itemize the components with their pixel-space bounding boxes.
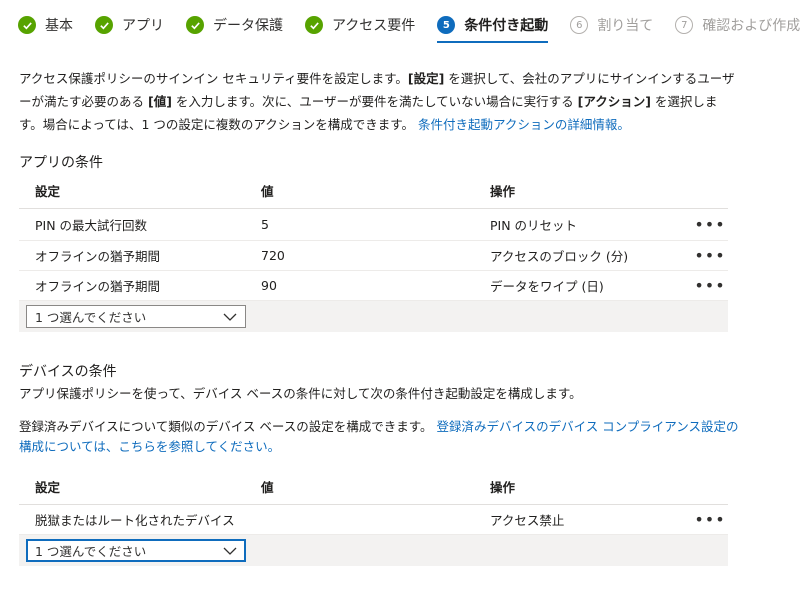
check-icon — [186, 16, 204, 34]
header-setting: 設定 — [35, 184, 61, 199]
chevron-down-icon — [223, 547, 237, 555]
step-number-badge: 5 — [437, 16, 456, 34]
device-conditions-title: デバイスの条件 — [19, 364, 117, 380]
learn-more-link[interactable]: 条件付き起動アクションの詳細情報。 — [418, 117, 630, 132]
table-row[interactable]: 脱獄またはルート化されたデバイス アクセス禁止 ••• — [19, 505, 728, 535]
cell-setting: オフラインの猶予期間 — [35, 249, 161, 264]
setting-select-dropdown[interactable]: 1 つ選んでください — [26, 539, 246, 562]
check-icon — [305, 16, 323, 34]
step-number-badge: 6 — [570, 16, 589, 34]
add-row: 1 つ選んでください — [19, 301, 728, 332]
table-row[interactable]: オフラインの猶予期間 90 データをワイプ (日) ••• — [19, 271, 728, 301]
header-action: 操作 — [490, 480, 516, 495]
cell-action: アクセスのブロック (分) — [490, 249, 629, 264]
setting-select-dropdown[interactable]: 1 つ選んでください — [26, 305, 246, 328]
more-options-icon[interactable]: ••• — [694, 277, 725, 293]
device-conditions-table: 設定 値 操作 脱獄またはルート化されたデバイス アクセス禁止 ••• 1 つ選… — [19, 469, 728, 566]
step-assignments[interactable]: 6 割り当て — [570, 0, 653, 50]
step-label: データ保護 — [213, 18, 283, 34]
intro-text: を入力します。次に、ユーザーが要件を満たしていない場合に実行する — [171, 94, 578, 109]
step-access-requirements[interactable]: アクセス要件 — [305, 0, 415, 50]
more-options-icon[interactable]: ••• — [694, 247, 725, 263]
step-label: 条件付き起動 — [464, 18, 549, 34]
cell-action: アクセス禁止 — [490, 513, 565, 528]
cell-value: 720 — [261, 248, 285, 263]
add-row: 1 つ選んでください — [19, 535, 728, 566]
table-header: 設定 値 操作 — [19, 173, 728, 209]
header-value: 値 — [261, 184, 274, 199]
header-value: 値 — [261, 480, 274, 495]
table-row[interactable]: PIN の最大試行回数 5 PIN のリセット ••• — [19, 209, 728, 241]
cell-setting: オフラインの猶予期間 — [35, 279, 161, 294]
step-number-badge: 7 — [675, 16, 694, 34]
cell-setting: 脱獄またはルート化されたデバイス — [35, 513, 235, 528]
intro-bold-setting: [設定] — [407, 71, 445, 86]
step-basics[interactable]: 基本 — [18, 0, 73, 50]
step-data-protection[interactable]: データ保護 — [186, 0, 283, 50]
table-header: 設定 値 操作 — [19, 469, 728, 505]
step-label: 基本 — [45, 18, 73, 34]
intro-bold-action: [アクション] — [577, 94, 651, 109]
step-review-create[interactable]: 7 確認および作成 — [675, 0, 800, 50]
more-options-icon[interactable]: ••• — [694, 216, 725, 232]
cell-value: 90 — [261, 278, 277, 293]
check-icon — [95, 16, 113, 34]
note-text: 登録済みデバイスについて類似のデバイス ベースの設定を構成できます。 — [19, 419, 437, 434]
device-conditions-note: 登録済みデバイスについて類似のデバイス ベースの設定を構成できます。 登録済みデ… — [19, 417, 739, 457]
dropdown-placeholder: 1 つ選んでください — [35, 310, 147, 325]
dropdown-placeholder: 1 つ選んでください — [35, 544, 147, 559]
cell-setting: PIN の最大試行回数 — [35, 218, 148, 233]
app-conditions-title: アプリの条件 — [19, 155, 103, 171]
cell-action: データをワイプ (日) — [490, 279, 604, 294]
step-conditional-launch[interactable]: 5 条件付き起動 — [437, 0, 549, 50]
chevron-down-icon — [223, 313, 237, 321]
device-conditions-description: アプリ保護ポリシーを使って、デバイス ベースの条件に対して次の条件付き起動設定を… — [19, 386, 582, 401]
cell-action: PIN のリセット — [490, 218, 578, 233]
step-apps[interactable]: アプリ — [95, 0, 164, 50]
step-label: 確認および作成 — [702, 18, 800, 34]
intro-description: アクセス保護ポリシーのサインイン セキュリティ要件を設定します。[設定] を選択… — [19, 67, 739, 136]
step-label: 割り当て — [597, 18, 654, 34]
app-conditions-table: 設定 値 操作 PIN の最大試行回数 5 PIN のリセット ••• オフライ… — [19, 173, 728, 332]
table-row[interactable]: オフラインの猶予期間 720 アクセスのブロック (分) ••• — [19, 241, 728, 271]
more-options-icon[interactable]: ••• — [694, 511, 725, 527]
intro-bold-value: [値] — [147, 94, 172, 109]
header-setting: 設定 — [35, 480, 61, 495]
cell-value: 5 — [261, 217, 269, 232]
header-action: 操作 — [490, 184, 516, 199]
intro-text: アクセス保護ポリシーのサインイン セキュリティ要件を設定します。 — [19, 71, 408, 86]
check-icon — [18, 16, 36, 34]
step-label: アプリ — [122, 18, 164, 34]
step-label: アクセス要件 — [332, 18, 416, 34]
wizard-stepper: 基本 アプリ データ保護 アクセス要件 5 条件付き起動 6 割り当て 7 確認… — [0, 0, 800, 50]
